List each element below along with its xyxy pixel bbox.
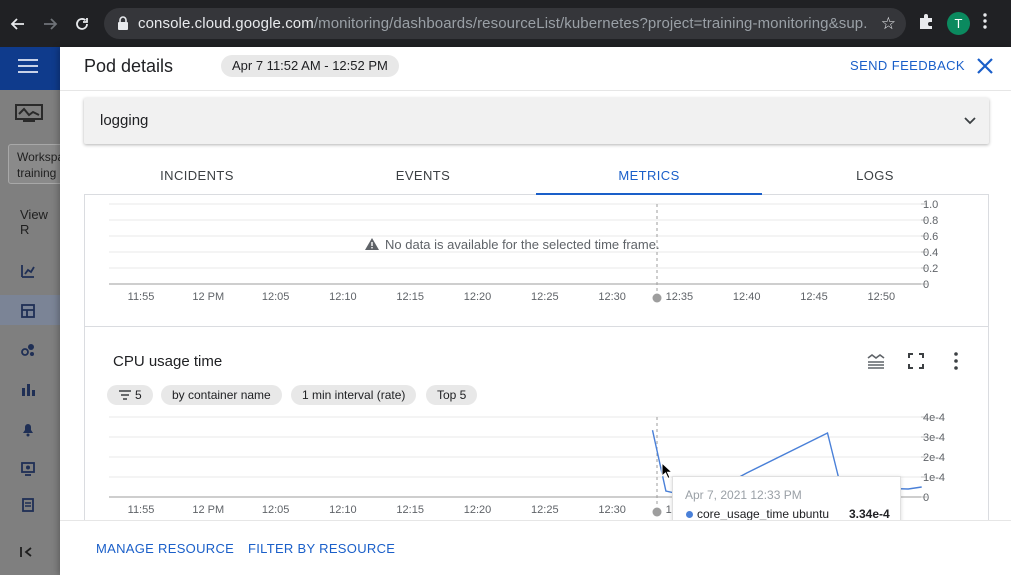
browser-toolbar: console.cloud.google.com/monitoring/dash… [0, 0, 1011, 47]
no-data-message: No data is available for the selected ti… [365, 237, 660, 252]
tooltip-date: Apr 7, 2021 12:33 PM [685, 488, 802, 502]
manage-resource-button[interactable]: MANAGE RESOURCE [96, 541, 234, 556]
x-tick-label: 11:55 [128, 291, 155, 303]
x-tick-label: 12:25 [531, 291, 559, 303]
kebab-menu-icon[interactable] [982, 12, 988, 35]
monitoring-logo-icon [15, 104, 43, 122]
reload-icon[interactable] [70, 12, 94, 36]
x-tick-label: 12:45 [800, 291, 828, 303]
x-tick-label: 11:55 [128, 504, 155, 516]
x-tick-label: 12:05 [262, 504, 290, 516]
y-tick-label: 0.4 [923, 247, 938, 259]
x-tick-label: 12:10 [329, 291, 357, 303]
chart-nav-icon[interactable] [20, 263, 36, 279]
y-tick-label: 0.8 [923, 215, 938, 227]
x-tick-label: 12:20 [464, 291, 492, 303]
x-tick-label: 12:50 [868, 291, 896, 303]
metrics-nav-icon[interactable] [20, 382, 36, 398]
services-nav-icon[interactable] [20, 342, 36, 358]
address-bar[interactable]: console.cloud.google.com/monitoring/dash… [104, 8, 906, 39]
y-tick-label: 0.6 [923, 231, 938, 243]
console-background: Workspa training View R [0, 47, 60, 575]
lock-icon [118, 16, 128, 30]
y-tick-label: 0 [923, 492, 929, 504]
tooltip-value: 3.34e-4 [849, 507, 890, 521]
uptime-monitor-icon[interactable] [20, 461, 36, 477]
tab-metrics[interactable]: METRICS [536, 161, 762, 195]
workspace-label: Workspa [17, 150, 60, 164]
x-tick-label: 12:15 [396, 291, 424, 303]
alerting-bell-icon[interactable] [20, 421, 36, 437]
x-tick-label: 12:15 [396, 504, 424, 516]
url-text: console.cloud.google.com/monitoring/dash… [138, 15, 868, 32]
logging-section-expander[interactable]: logging [84, 98, 989, 144]
workspace-name: training [17, 166, 57, 180]
metric-chart-card-empty: 0 0.2 0.4 0.6 0.8 1.0 11:55 12 PM 12:05 12:10 12:1… [84, 195, 989, 327]
extensions-icon[interactable] [917, 12, 935, 35]
send-feedback-button[interactable]: SEND FEEDBACK [850, 58, 965, 73]
no-data-text: No data is available for the selected ti… [385, 237, 660, 252]
x-tick-label: 12 PM [192, 504, 224, 516]
hamburger-menu-icon[interactable] [18, 59, 38, 75]
star-icon[interactable]: ☆ [881, 14, 896, 34]
cursor-marker [652, 507, 662, 517]
tab-incidents[interactable]: INCIDENTS [84, 161, 310, 195]
close-icon[interactable] [974, 55, 996, 77]
workspace-selector[interactable]: Workspa training [8, 144, 60, 184]
x-tick-label: 12:10 [329, 504, 357, 516]
x-tick-label: 12:30 [598, 291, 626, 303]
section-label: logging [100, 112, 149, 129]
url-path: /monitoring/dashboards/resourceList/kube… [313, 15, 868, 32]
y-tick-label: 0.2 [923, 263, 938, 275]
series-color-dot [686, 511, 693, 518]
time-range-chip: Apr 7 11:52 AM - 12:52 PM [221, 55, 399, 77]
y-tick-label: 3e-4 [923, 432, 945, 444]
tooltip-series-name: core_usage_time ubuntu [697, 507, 830, 521]
x-tick-label: 12 PM [192, 291, 224, 303]
back-arrow-icon[interactable] [6, 12, 30, 36]
page-title: Pod details [84, 56, 174, 76]
x-tick-label: 12:25 [531, 504, 559, 516]
y-tick-label: 4e-4 [923, 412, 945, 424]
mouse-cursor-icon [661, 462, 673, 480]
collapse-nav-icon[interactable] [20, 545, 34, 561]
chevron-down-icon [964, 117, 976, 125]
dashboards-nav-icon[interactable] [20, 303, 36, 319]
y-tick-label: 0 [923, 279, 929, 291]
y-tick-label: 1e-4 [923, 472, 945, 484]
x-tick-label: 12:35 [666, 291, 694, 303]
groups-nav-icon[interactable] [20, 497, 36, 513]
tab-events[interactable]: EVENTS [310, 161, 536, 195]
url-host: console.cloud.google.com [138, 15, 314, 32]
profile-avatar[interactable]: T [947, 12, 970, 35]
y-tick-label: 2e-4 [923, 452, 945, 464]
x-tick-label: 12:40 [733, 291, 761, 303]
pod-details-panel: Pod details Apr 7 11:52 AM - 12:52 PM SE… [60, 47, 1011, 575]
x-tick-label: 12:30 [598, 504, 626, 516]
console-topbar [0, 47, 60, 90]
y-tick-label: 1.0 [923, 199, 938, 211]
panel-footer: MANAGE RESOURCE FILTER BY RESOURCE [60, 520, 1011, 575]
empty-chart: 0 0.2 0.4 0.6 0.8 1.0 11:55 12 PM 12:05 12:10 12:1… [109, 199, 938, 303]
warning-icon [365, 238, 379, 250]
panel-header: Pod details Apr 7 11:52 AM - 12:52 PM SE… [60, 47, 1011, 91]
tab-logs[interactable]: LOGS [762, 161, 988, 195]
x-tick-label: 12:05 [262, 291, 290, 303]
forward-arrow-icon[interactable] [38, 12, 62, 36]
filter-by-resource-button[interactable]: FILTER BY RESOURCE [248, 541, 395, 556]
x-tick-label: 12:20 [464, 504, 492, 516]
view-resources-link[interactable]: View R [20, 207, 60, 237]
cursor-marker [652, 293, 662, 303]
tab-bar: INCIDENTS EVENTS METRICS LOGS [84, 161, 989, 195]
